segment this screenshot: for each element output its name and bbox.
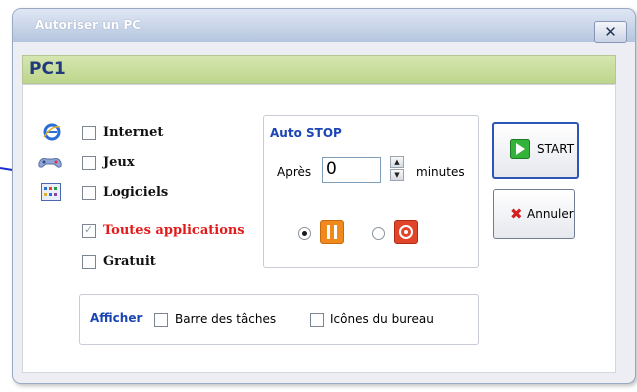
minutes-unit-label: minutes — [416, 165, 465, 179]
spin-down-button[interactable]: ▼ — [390, 169, 404, 181]
applications-grid-icon — [41, 183, 61, 201]
internet-explorer-icon — [43, 123, 61, 141]
minutes-value: 0 — [326, 159, 337, 179]
afficher-title: Afficher — [90, 311, 143, 325]
pause-icon — [320, 220, 344, 244]
auto-stop-group: Auto STOP Après 0 ▲ ▼ minutes — [263, 115, 479, 268]
barre-taches-checkbox[interactable] — [154, 313, 168, 327]
minutes-stepper[interactable]: ▲ ▼ — [390, 156, 404, 182]
start-label: START — [537, 142, 575, 156]
spin-up-button[interactable]: ▲ — [390, 156, 404, 168]
afficher-group: Afficher Barre des tâches Icônes du bure… — [79, 294, 479, 345]
pause-mode-radio[interactable] — [298, 227, 311, 240]
authorize-pc-dialog: Autoriser un PC ✕ PC1 Internet Jeux Logi… — [12, 8, 636, 384]
icones-bureau-label: Icônes du bureau — [330, 312, 434, 326]
toutes-applications-label: Toutes applications — [103, 223, 245, 238]
apres-label: Après — [277, 165, 312, 179]
minutes-input[interactable]: 0 — [322, 157, 381, 183]
start-button[interactable]: START — [492, 122, 579, 179]
stop-icon — [394, 220, 418, 244]
options-panel: Internet Jeux Logiciels Toutes applicati… — [22, 84, 616, 373]
cancel-button[interactable]: ✖ Annuler — [493, 189, 575, 239]
barre-taches-label: Barre des tâches — [175, 312, 277, 326]
gratuit-checkbox[interactable] — [82, 255, 96, 269]
close-button[interactable]: ✕ — [594, 21, 627, 43]
jeux-checkbox[interactable] — [82, 156, 96, 170]
title-bar[interactable]: Autoriser un PC ✕ — [13, 9, 635, 43]
internet-label: Internet — [103, 125, 164, 140]
window-title: Autoriser un PC — [35, 18, 142, 32]
gratuit-label: Gratuit — [103, 254, 156, 269]
pc-name: PC1 — [29, 59, 66, 79]
toutes-applications-checkbox[interactable] — [82, 223, 96, 238]
auto-stop-title: Auto STOP — [270, 126, 342, 140]
cancel-label: Annuler — [527, 207, 574, 221]
close-icon: ✕ — [604, 23, 617, 41]
internet-checkbox[interactable] — [82, 126, 96, 140]
logiciels-label: Logiciels — [103, 185, 169, 200]
logiciels-checkbox[interactable] — [82, 186, 96, 200]
cancel-x-icon: ✖ — [510, 205, 523, 223]
jeux-label: Jeux — [103, 155, 135, 170]
icones-bureau-checkbox[interactable] — [310, 313, 324, 327]
game-controller-icon — [38, 158, 62, 168]
stop-mode-radio[interactable] — [372, 227, 385, 240]
start-icon — [510, 139, 530, 159]
pc-header: PC1 — [22, 55, 616, 84]
